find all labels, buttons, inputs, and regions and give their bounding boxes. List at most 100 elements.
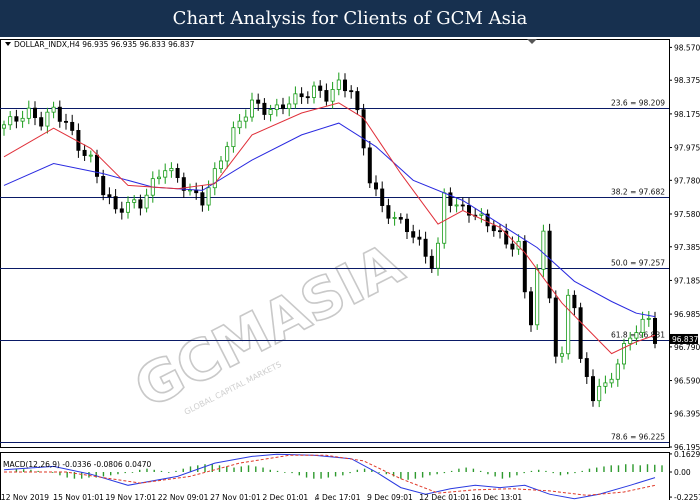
- candle-body: [578, 307, 583, 359]
- macd-histogram-bar: [458, 468, 460, 472]
- candle-body: [367, 147, 372, 184]
- candle-body: [243, 116, 248, 122]
- candle-body: [218, 160, 223, 170]
- macd-histogram-bar: [247, 465, 250, 472]
- fib-label-2: 50.0 = 97.257: [611, 259, 665, 268]
- macd-histogram-bar: [131, 472, 134, 473]
- macd-histogram-bar: [479, 470, 482, 472]
- candle-body: [138, 199, 143, 209]
- candle-body: [64, 120, 69, 123]
- macd-histogram-bar: [400, 472, 402, 479]
- candle-body: [398, 217, 403, 220]
- macd-histogram-bar: [508, 472, 511, 478]
- time-axis: 12 Nov 2019 15 Nov 01:01 19 Nov 17:01 22 No…: [1, 493, 522, 500]
- macd-histogram-bar: [168, 472, 170, 473]
- macd-histogram-bar: [175, 470, 177, 472]
- price-tick-label: 96.790: [674, 343, 700, 352]
- macd-histogram-bar: [66, 472, 68, 478]
- candle-body: [274, 104, 279, 110]
- macd-histogram-bar: [617, 465, 620, 472]
- candle-body: [411, 231, 416, 238]
- price-tick-label: 96.395: [674, 409, 700, 418]
- macd-histogram-bar: [276, 470, 279, 472]
- macd-histogram-bar: [255, 466, 257, 472]
- fib-label-1: 38.2 = 97.682: [611, 188, 665, 197]
- candle-body: [95, 154, 100, 177]
- candle-body: [584, 358, 589, 377]
- macd-histogram-bar: [625, 464, 627, 472]
- candle-body: [541, 230, 546, 270]
- macd-histogram-bar: [537, 469, 540, 472]
- fib-label-4: 78.6 = 96.225: [611, 433, 665, 442]
- macd-histogram-bar: [226, 466, 228, 472]
- time-tick-label: 16 Dec 13:01: [472, 493, 523, 500]
- candle-body: [591, 376, 596, 402]
- macd-histogram-bar: [298, 472, 301, 476]
- candle-body: [256, 99, 261, 104]
- candle-body: [26, 107, 31, 119]
- candle-body: [454, 204, 459, 207]
- candle-body: [603, 382, 608, 387]
- macd-tick-label: 0.1629: [674, 450, 700, 459]
- candle-body: [336, 79, 341, 90]
- candle-body: [107, 194, 112, 198]
- candle-body: [45, 111, 50, 127]
- candle-body: [113, 196, 118, 210]
- candle-body: [417, 236, 422, 240]
- candle-body: [404, 218, 409, 233]
- macd-histogram-bar: [233, 467, 235, 472]
- macd-histogram-bar: [632, 464, 634, 472]
- candle-body: [615, 363, 620, 380]
- macd-histogram-bar: [110, 472, 112, 476]
- price-tick-label: 97.580: [674, 210, 700, 219]
- macd-histogram-bar: [472, 468, 475, 472]
- candle-body: [163, 170, 168, 178]
- macd-histogram-bar: [552, 472, 554, 474]
- macd-histogram-bar: [429, 472, 431, 476]
- candle-body: [380, 188, 385, 206]
- candle-body: [262, 102, 267, 115]
- macd-histogram-bar: [545, 470, 547, 472]
- candle-body: [82, 149, 87, 156]
- candle-body: [318, 85, 323, 91]
- candle-body: [609, 378, 614, 384]
- time-tick-label: 9 Dec 09:01: [367, 493, 413, 500]
- macd-histogram-bar: [182, 468, 184, 472]
- candle-body: [88, 154, 93, 157]
- candle-body: [144, 194, 149, 209]
- fib-label-0: 23.6 = 98.209: [611, 99, 665, 108]
- macd-histogram-bar: [349, 472, 351, 474]
- price-tick-label: 97.780: [674, 176, 700, 185]
- time-tick-label: 15 Nov 01:01: [53, 493, 104, 500]
- macd-histogram-bar: [204, 464, 206, 472]
- macd-histogram-bar: [363, 468, 366, 472]
- macd-histogram-bar: [51, 472, 54, 473]
- price-chart: GCMASIAGLOBAL CAPITAL MARKETS 23.6 = 98.…: [0, 39, 700, 500]
- candle-body: [76, 130, 81, 151]
- macd-histogram-bar: [378, 472, 380, 473]
- candle-body: [101, 176, 106, 196]
- candle-body: [522, 240, 527, 293]
- macd-histogram-bar: [465, 467, 467, 472]
- macd-histogram-bar: [146, 468, 148, 472]
- time-tick-label: 22 Nov 09:01: [158, 493, 209, 500]
- candle-body: [373, 182, 378, 190]
- macd-tick-label: 0.00: [674, 468, 691, 477]
- price-axis: 98.570 98.375 98.175 97.975 97.780 97.580 97.3…: [669, 43, 700, 452]
- macd-histogram-bar: [334, 472, 337, 477]
- price-tick-label: 98.570: [674, 43, 700, 52]
- candle-body: [51, 106, 56, 113]
- candle-body: [57, 106, 62, 122]
- candle-body: [8, 116, 13, 126]
- candle-body: [237, 120, 242, 129]
- candle-body: [628, 337, 633, 344]
- candle-body: [175, 168, 180, 179]
- price-panel-frame: [0, 39, 670, 448]
- price-tick-label: 98.175: [674, 110, 700, 119]
- candle-body: [560, 353, 565, 357]
- macd-histogram-bar: [523, 472, 525, 474]
- time-tick-label: 12 Nov 2019: [1, 493, 49, 500]
- candle-body: [646, 317, 651, 320]
- candle-body: [653, 317, 658, 344]
- macd-histogram-bar: [327, 472, 330, 478]
